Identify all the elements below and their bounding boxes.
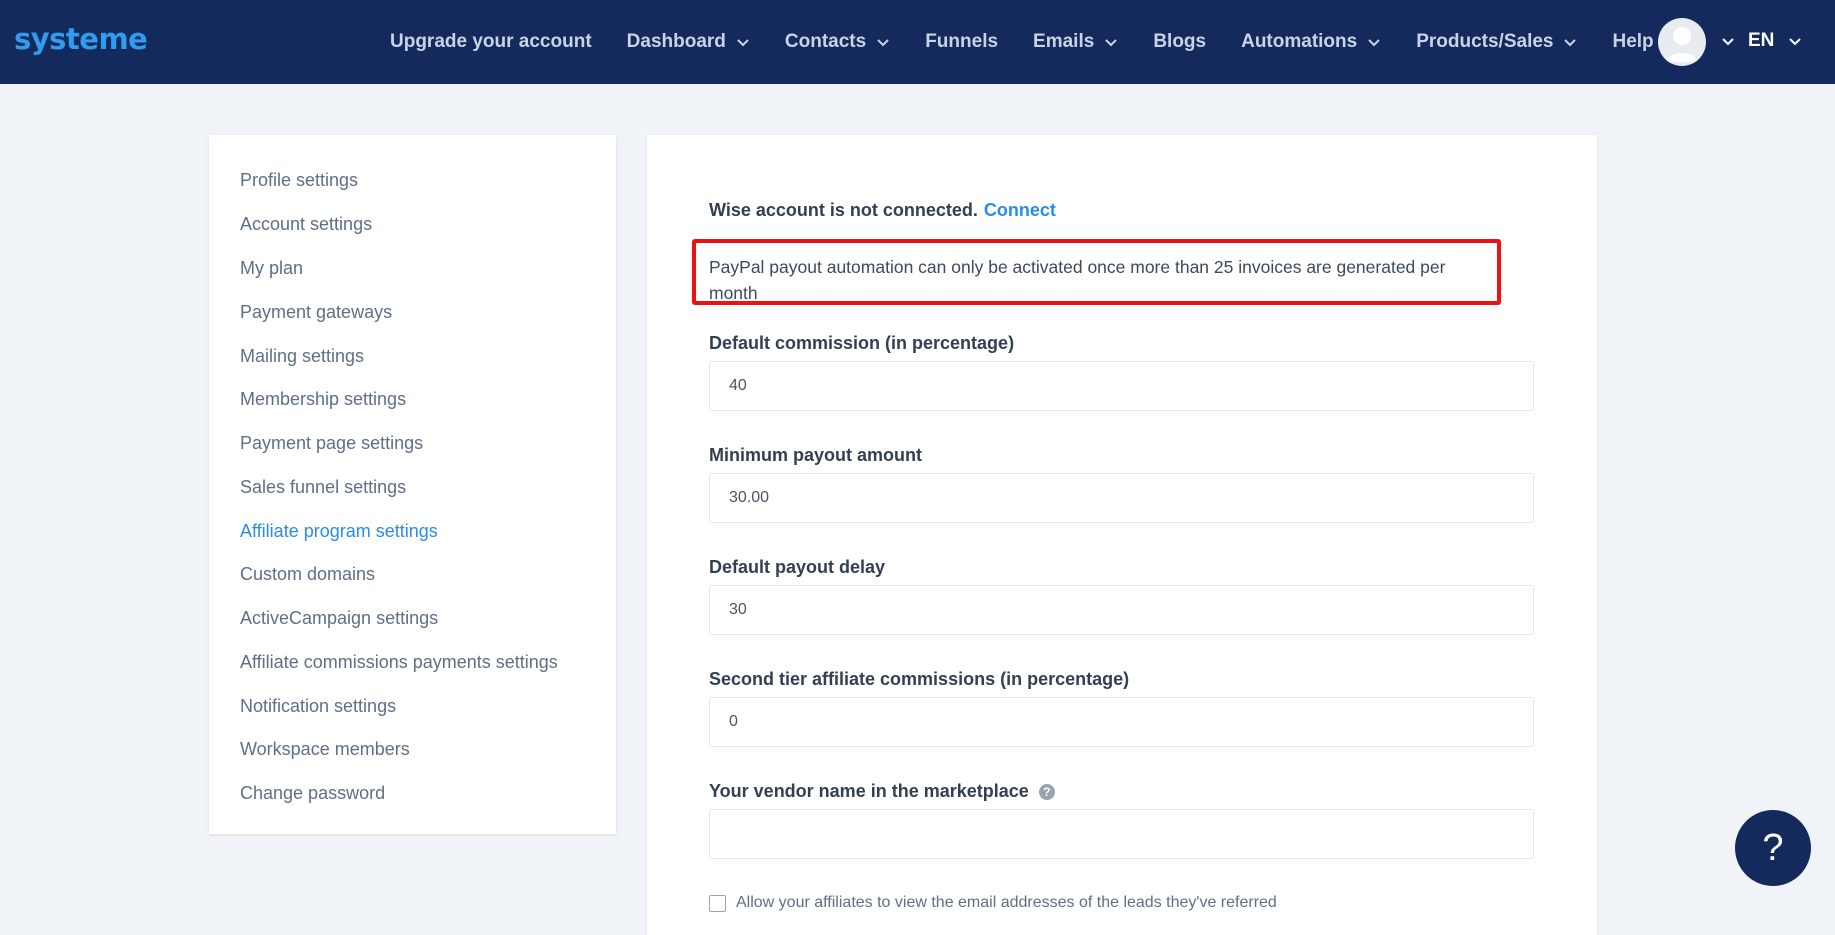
main-nav: Upgrade your account Dashboard Contacts … [390,0,1689,84]
language-label: EN [1748,30,1775,51]
minimum-payout-input[interactable] [709,473,1534,523]
nav-item-help[interactable]: Help [1612,31,1653,53]
wise-connect-link[interactable]: Connect [984,200,1056,220]
show-lead-emails-label: Allow your affiliates to view the email … [736,894,1277,911]
language-selector[interactable]: EN [1748,30,1802,52]
nav-item-funnels[interactable]: Funnels [925,31,998,53]
sidebar-item-custom-domains[interactable]: Custom domains [240,563,375,585]
nav-item-dashboard[interactable]: Dashboard [627,31,750,53]
wise-status: Wise account is not connected. Connect [709,200,1056,221]
sidebar-item-affiliate-program-settings[interactable]: Affiliate program settings [240,520,438,542]
nav-item-blogs[interactable]: Blogs [1153,31,1206,53]
nav-item-automations[interactable]: Automations [1241,31,1381,53]
nav-item-label: Dashboard [626,31,726,52]
sidebar-item-notification-settings[interactable]: Notification settings [240,695,396,717]
show-lead-emails-checkbox[interactable] [709,894,726,912]
sidebar-item-mailing-settings[interactable]: Mailing settings [240,345,364,367]
chevron-down-icon [1789,37,1802,45]
nav-item-products-sales[interactable]: Products/Sales [1416,31,1577,53]
top-navbar: systeme Upgrade your account Dashboard C… [0,0,1835,84]
payout-delay-label: Default payout delay [709,557,886,577]
question-circle-icon[interactable]: ? [1038,783,1055,800]
sidebar-item-activecampaign-settings[interactable]: ActiveCampaign settings [240,607,438,629]
chevron-down-icon[interactable] [1721,37,1735,46]
sidebar-item-membership-settings[interactable]: Membership settings [240,388,406,410]
sidebar-item-workspace-members[interactable]: Workspace members [240,738,410,760]
sidebar-item-my-plan[interactable]: My plan [240,257,303,279]
payout-delay-input[interactable] [709,585,1534,635]
help-question-icon: ? [1762,826,1784,869]
wise-status-text: Wise account is not connected. [709,200,978,220]
sidebar-item-sales-funnel-settings[interactable]: Sales funnel settings [240,476,406,498]
vendor-name-label: Your vendor name in the marketplace [709,781,1029,801]
affiliate-settings-panel: Wise account is not connected. Connect Pa… [647,135,1597,935]
second-tier-commission-label: Second tier affiliate commissions (in pe… [709,669,1130,689]
chevron-down-icon [1564,38,1577,46]
default-commission-input[interactable] [709,361,1534,411]
nav-item-label: Emails [1033,31,1095,52]
chevron-down-icon [877,38,889,46]
sidebar-item-payment-page-settings[interactable]: Payment page settings [240,432,423,454]
vendor-name-label-row: Your vendor name in the marketplace ? [709,781,1055,802]
nav-item-upgrade[interactable]: Upgrade your account [390,31,592,53]
sidebar-item-payment-gateways[interactable]: Payment gateways [240,301,392,323]
nav-item-label: Help [1612,31,1654,52]
nav-item-label: Products/Sales [1416,31,1554,52]
help-chat-button[interactable]: ? [1735,810,1811,886]
nav-item-label: Blogs [1153,31,1207,52]
nav-item-label: Funnels [925,31,999,52]
chevron-down-icon [737,38,749,46]
nav-item-emails[interactable]: Emails [1033,31,1118,53]
show-lead-emails-row: Allow your affiliates to view the email … [709,894,1277,912]
paypal-notice-text: PayPal payout automation can only be act… [709,257,1446,303]
user-silhouette-icon [1666,27,1698,62]
nav-item-label: Contacts [784,31,867,52]
paypal-notice-box: PayPal payout automation can only be act… [692,239,1501,305]
user-avatar-icon[interactable] [1658,18,1706,66]
nav-item-label: Automations [1241,31,1358,52]
sidebar-item-affiliate-commissions-payments-settings[interactable]: Affiliate commissions payments settings [240,651,558,673]
sidebar-item-profile-settings[interactable]: Profile settings [240,169,358,191]
chevron-down-icon [1105,38,1118,46]
sidebar-item-change-password[interactable]: Change password [240,782,385,804]
default-commission-label: Default commission (in percentage) [709,333,1015,353]
second-tier-commission-input[interactable] [709,697,1534,747]
settings-sidebar: Profile settings Account settings My pla… [209,135,616,834]
minimum-payout-label: Minimum payout amount [709,445,922,465]
nav-item-label: Upgrade your account [390,31,592,52]
vendor-name-input[interactable] [709,809,1534,859]
nav-item-contacts[interactable]: Contacts [785,31,890,53]
systeme-logo[interactable]: systeme [14,22,148,56]
sidebar-item-account-settings[interactable]: Account settings [240,213,372,235]
chevron-down-icon [1368,38,1380,46]
